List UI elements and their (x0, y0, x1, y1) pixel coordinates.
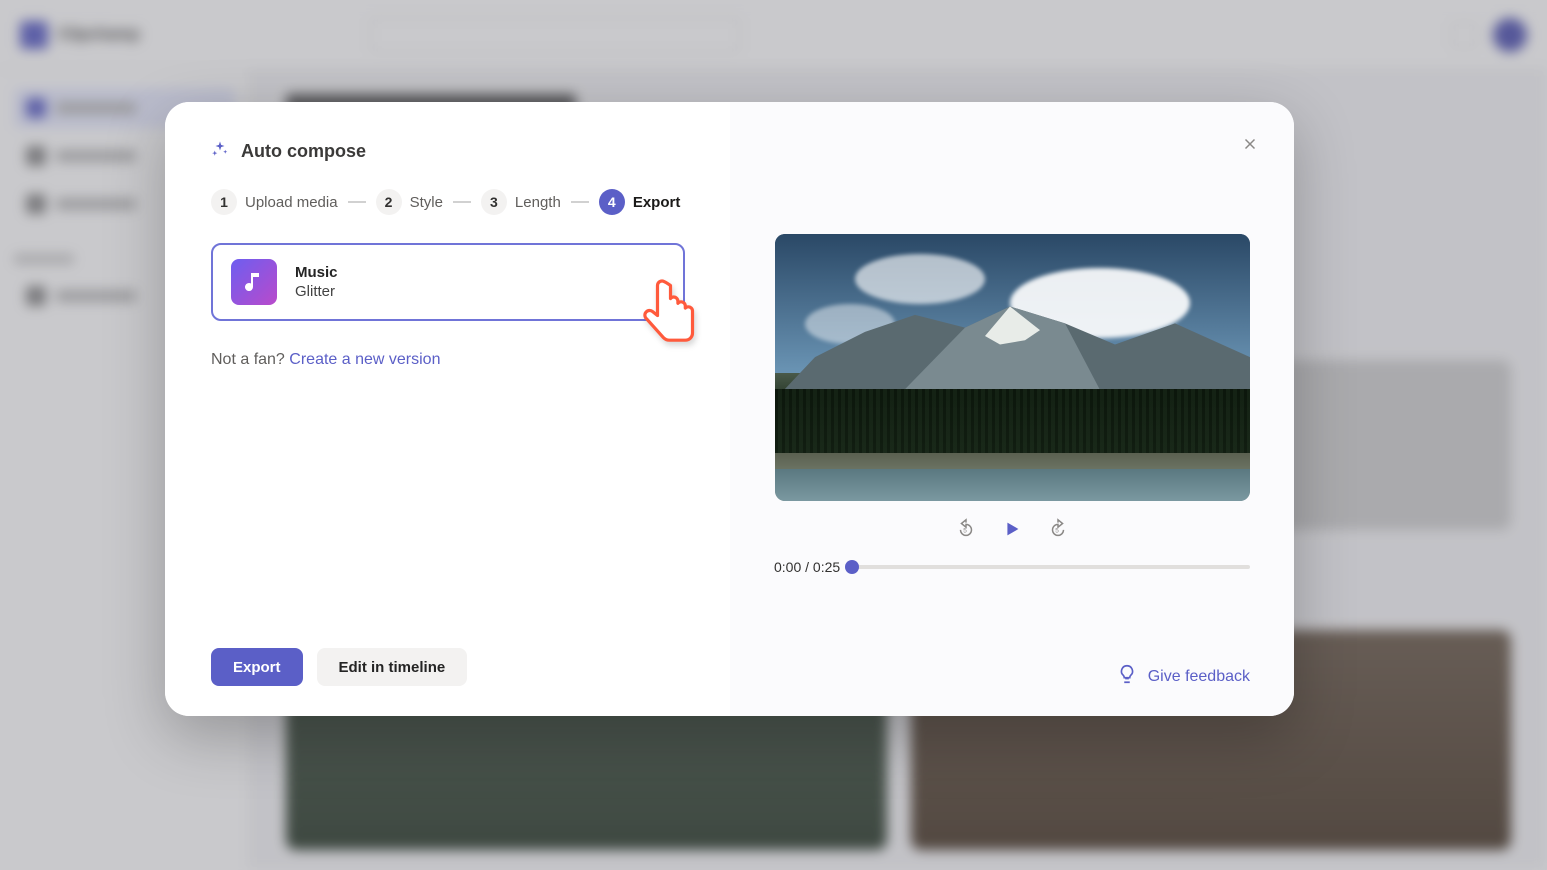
lightbulb-icon (1116, 663, 1138, 690)
feedback-label: Give feedback (1148, 668, 1250, 686)
step-number: 4 (599, 189, 625, 215)
music-note-icon (231, 259, 277, 305)
step-separator (453, 201, 471, 203)
close-button[interactable] (1236, 130, 1264, 158)
step-upload-media[interactable]: 1 Upload media (211, 189, 338, 215)
music-label: Music (295, 264, 338, 281)
sparkle-icon (211, 140, 229, 163)
time-total: 0:25 (813, 559, 840, 575)
step-label: Style (410, 194, 443, 211)
music-card[interactable]: Music Glitter (211, 243, 685, 321)
stepper: 1 Upload media 2 Style 3 Length 4 Export (211, 189, 684, 215)
give-feedback-link[interactable]: Give feedback (1116, 663, 1250, 690)
step-label: Upload media (245, 194, 338, 211)
step-label: Export (633, 194, 681, 211)
svg-text:5: 5 (963, 528, 967, 535)
skip-back-button[interactable]: 5 (954, 517, 978, 541)
play-button[interactable] (1000, 517, 1024, 541)
step-number: 1 (211, 189, 237, 215)
step-label: Length (515, 194, 561, 211)
step-number: 2 (376, 189, 402, 215)
video-preview[interactable] (775, 234, 1250, 501)
modal-footer-actions: Export Edit in timeline (211, 648, 684, 686)
player-controls: 5 5 (774, 517, 1250, 541)
time-current: 0:00 (774, 559, 801, 575)
seek-bar[interactable] (852, 565, 1250, 569)
step-style[interactable]: 2 Style (376, 189, 443, 215)
seek-row: 0:00 / 0:25 (774, 559, 1250, 575)
step-number: 3 (481, 189, 507, 215)
export-button[interactable]: Export (211, 648, 303, 686)
modal-right-panel: 5 5 0:00 / 0:25 Give feedback (730, 102, 1294, 716)
step-length[interactable]: 3 Length (481, 189, 561, 215)
svg-text:5: 5 (1055, 528, 1059, 535)
edit-in-timeline-button[interactable]: Edit in timeline (317, 648, 468, 686)
auto-compose-modal: Auto compose 1 Upload media 2 Style 3 Le… (165, 102, 1294, 716)
step-separator (348, 201, 366, 203)
step-export[interactable]: 4 Export (599, 189, 681, 215)
seek-knob[interactable] (845, 560, 859, 574)
modal-title: Auto compose (241, 141, 366, 162)
modal-header: Auto compose (211, 140, 684, 163)
step-separator (571, 201, 589, 203)
modal-left-panel: Auto compose 1 Upload media 2 Style 3 Le… (165, 102, 730, 716)
music-track-name: Glitter (295, 283, 338, 300)
time-display: 0:00 / 0:25 (774, 559, 840, 575)
pointer-hand-icon (634, 273, 704, 363)
skip-forward-button[interactable]: 5 (1046, 517, 1070, 541)
not-a-fan-prefix: Not a fan? (211, 351, 289, 368)
time-sep: / (801, 559, 813, 575)
not-a-fan-text: Not a fan? Create a new version (211, 351, 684, 369)
create-new-version-link[interactable]: Create a new version (289, 351, 440, 368)
